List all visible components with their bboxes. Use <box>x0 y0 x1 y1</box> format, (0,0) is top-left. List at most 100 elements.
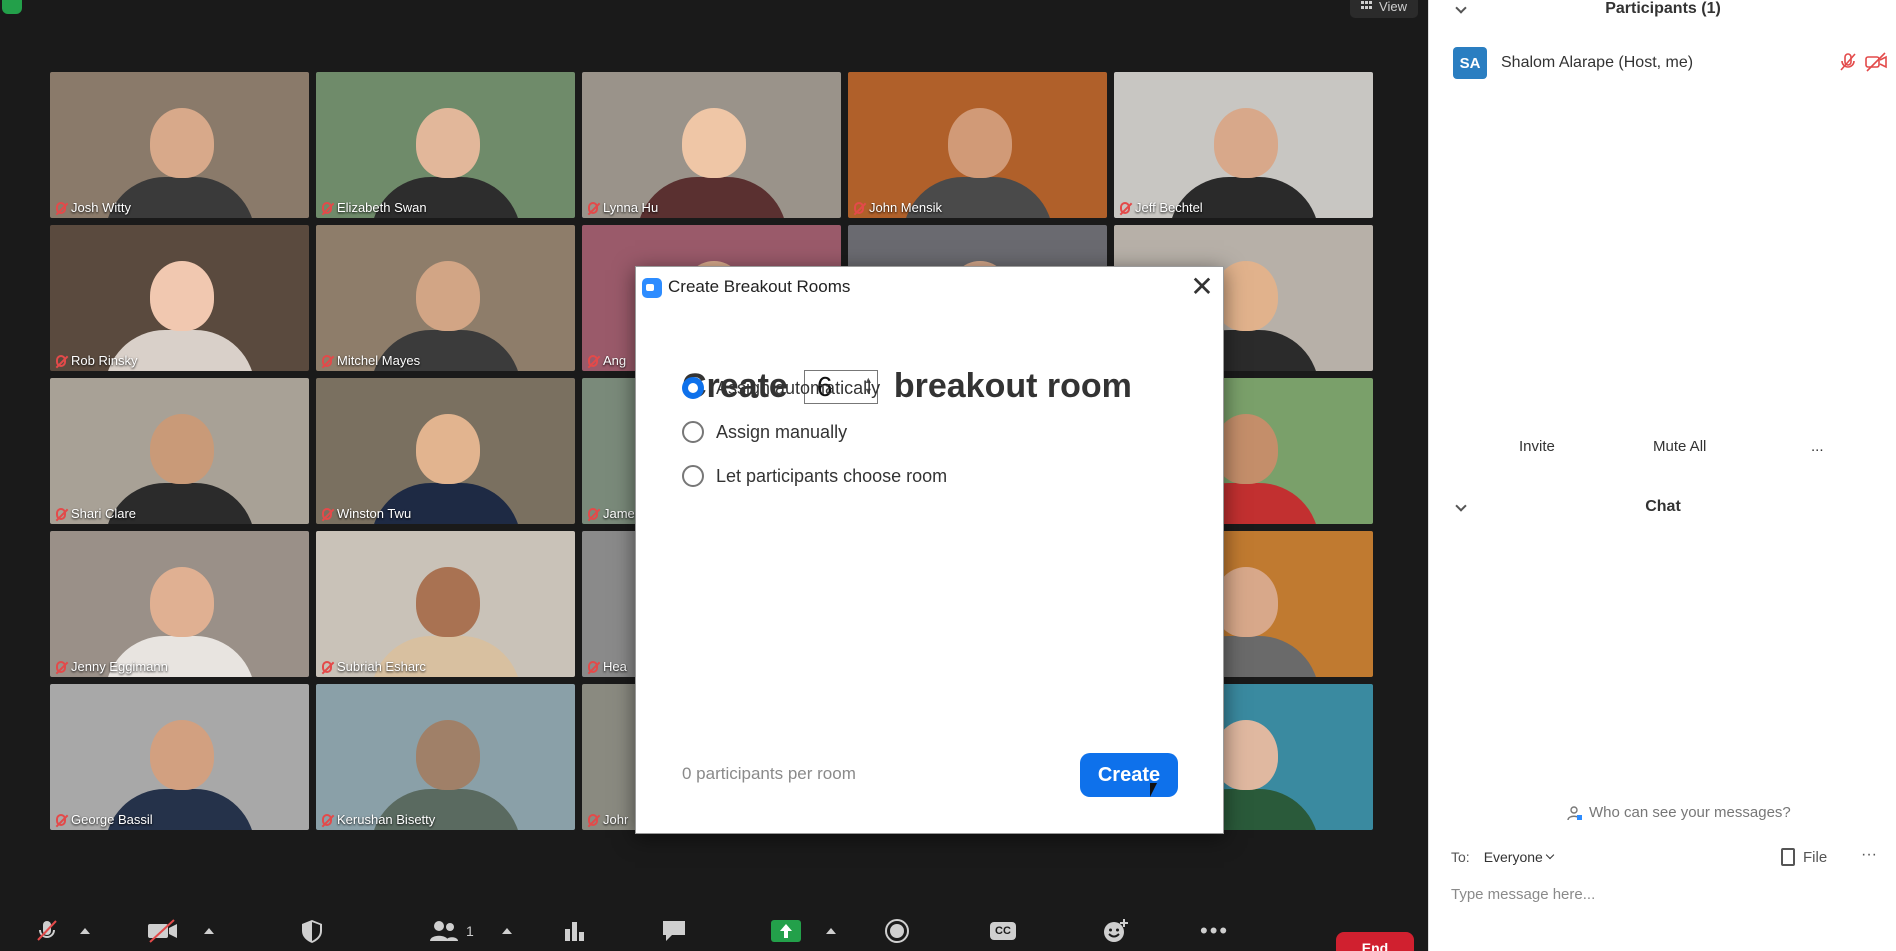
participant-name: Subriah Esharc <box>337 659 426 674</box>
video-tile[interactable]: Shari Clare <box>50 378 309 524</box>
closed-caption-button[interactable]: CC <box>990 916 1016 946</box>
participant-name: Rob Rinsky <box>71 353 138 368</box>
tile-name-label: Hea <box>588 659 627 674</box>
share-options-caret[interactable] <box>826 916 836 946</box>
caret-up-icon <box>204 928 214 934</box>
close-icon: ✕ <box>1190 271 1214 302</box>
option-label: Assign manually <box>716 421 848 442</box>
view-button[interactable]: View <box>1350 0 1418 18</box>
participant-face <box>416 414 480 484</box>
caret-up-icon <box>826 928 836 934</box>
video-options-caret[interactable] <box>204 916 214 946</box>
video-tile[interactable]: Mitchel Mayes <box>316 225 575 371</box>
let-participants-choose-option[interactable]: Let participants choose room <box>682 465 947 487</box>
share-screen-icon <box>771 920 801 942</box>
shield-icon <box>302 920 322 943</box>
participant-name: Kerushan Bisetty <box>337 812 436 827</box>
video-tile[interactable]: Rob Rinsky <box>50 225 309 371</box>
video-tile[interactable]: Josh Witty <box>50 72 309 218</box>
video-off-icon <box>148 919 177 943</box>
video-button[interactable] <box>146 916 180 946</box>
more-button[interactable]: ••• <box>1200 916 1229 946</box>
participant-name: John Mensik <box>869 200 942 215</box>
chat-title: Chat <box>1645 498 1681 515</box>
zoom-app-icon <box>642 278 662 298</box>
meeting-toolbar: 1 CC ••• <box>0 906 1428 951</box>
tile-name-label: Winston Twu <box>322 506 411 521</box>
recipient-value: Everyone <box>1483 849 1543 865</box>
option-label: Let participants choose room <box>716 465 948 486</box>
assign-automatically-option[interactable]: Assign automatically <box>682 377 880 399</box>
participant-name: Shari Clare <box>71 506 137 521</box>
participant-body <box>637 177 787 218</box>
video-tile[interactable]: George Bassil <box>50 684 309 830</box>
audio-options-caret[interactable] <box>80 916 90 946</box>
video-tile[interactable]: Winston Twu <box>316 378 575 524</box>
mute-button[interactable] <box>34 916 60 946</box>
share-screen-button[interactable] <box>770 916 802 946</box>
message-input[interactable] <box>1451 882 1871 906</box>
participants-options-caret[interactable] <box>502 916 512 946</box>
more-actions-button[interactable]: ... <box>1811 438 1824 455</box>
invite-button[interactable]: Invite <box>1519 438 1555 455</box>
tile-name-label: Ang <box>588 353 626 368</box>
chat-more-button[interactable]: ··· <box>1861 846 1877 864</box>
radio-button[interactable] <box>682 465 704 487</box>
participant-face <box>948 108 1012 178</box>
caret-up-icon <box>502 928 512 934</box>
security-shield-icon[interactable] <box>2 0 22 14</box>
mic-off-icon <box>56 354 66 367</box>
participant-face <box>1214 108 1278 178</box>
record-button[interactable] <box>884 916 910 946</box>
participant-name: George Bassil <box>71 812 153 827</box>
video-tile[interactable]: Jenny Eggimann <box>50 531 309 677</box>
mic-off-icon <box>588 813 598 826</box>
avatar: SA <box>1453 47 1487 79</box>
chat-button[interactable] <box>660 916 688 946</box>
mic-off-icon <box>1120 201 1130 214</box>
close-button[interactable]: ✕ <box>1187 273 1217 303</box>
assign-manually-option[interactable]: Assign manually <box>682 421 847 443</box>
chevron-down-icon <box>1545 850 1555 860</box>
more-dots-icon: ••• <box>1200 918 1230 943</box>
video-tile[interactable]: Lynna Hu <box>582 72 841 218</box>
security-button[interactable] <box>300 916 324 946</box>
participants-button[interactable]: 1 <box>428 916 474 946</box>
smiley-add-icon <box>1104 919 1128 942</box>
radio-button[interactable] <box>682 421 704 443</box>
participants-per-room: 0 participants per room <box>682 764 856 783</box>
participant-name: Lynna Hu <box>603 200 659 215</box>
participant-row[interactable]: SA Shalom Alarape (Host, me) <box>1453 47 1693 79</box>
mute-all-button[interactable]: Mute All <box>1653 438 1706 455</box>
tile-name-label: Shari Clare <box>56 506 136 521</box>
participant-name: Johr <box>603 812 629 827</box>
participant-face <box>416 261 480 331</box>
mic-muted-icon[interactable] <box>1839 52 1857 72</box>
radio-button[interactable] <box>682 377 704 399</box>
participant-face <box>682 108 746 178</box>
recipient-select[interactable]: Everyone <box>1483 849 1555 865</box>
file-button[interactable]: File <box>1781 848 1827 866</box>
video-tile[interactable]: Jeff Bechtel <box>1114 72 1373 218</box>
video-tile[interactable]: Kerushan Bisetty <box>316 684 575 830</box>
tile-name-label: George Bassil <box>56 812 153 827</box>
create-button[interactable]: Create <box>1080 753 1178 797</box>
recipient-row: To: Everyone <box>1451 849 1555 865</box>
end-meeting-button[interactable]: End <box>1336 932 1414 951</box>
tile-name-label: Lynna Hu <box>588 200 658 215</box>
participant-name: Mitchel Mayes <box>337 353 421 368</box>
mic-off-icon <box>56 507 66 520</box>
participant-name: Josh Witty <box>71 200 131 215</box>
cc-icon: CC <box>990 922 1016 940</box>
reactions-button[interactable] <box>1102 916 1130 946</box>
end-label: End <box>1361 940 1389 951</box>
video-tile[interactable]: Elizabeth Swan <box>316 72 575 218</box>
video-tile[interactable]: John Mensik <box>848 72 1107 218</box>
caret-up-icon <box>80 928 90 934</box>
who-can-see-link[interactable]: Who can see your messages? <box>1567 804 1791 821</box>
polls-button[interactable] <box>562 916 586 946</box>
tile-name-label: John Mensik <box>854 200 942 215</box>
video-muted-icon[interactable] <box>1865 52 1887 72</box>
video-tile[interactable]: Subriah Esharc <box>316 531 575 677</box>
participant-face <box>416 720 480 790</box>
